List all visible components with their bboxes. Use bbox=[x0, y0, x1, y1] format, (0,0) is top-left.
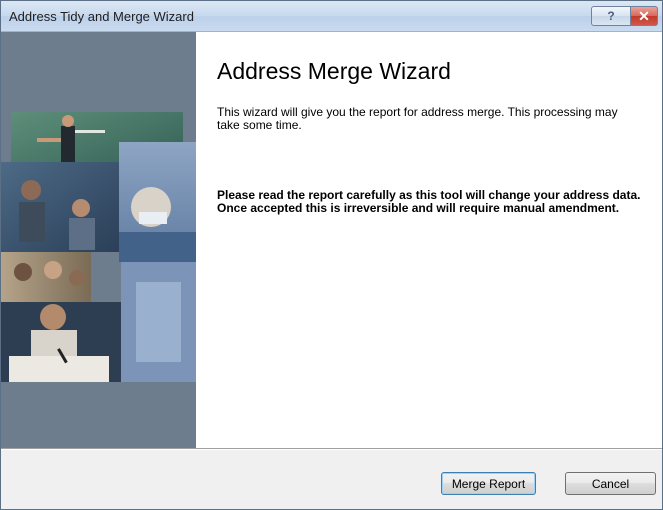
warning-text: Please read the report carefully as this… bbox=[217, 188, 641, 215]
close-button[interactable]: ✕ bbox=[631, 6, 658, 26]
title-bar[interactable]: Address Tidy and Merge Wizard ? ✕ bbox=[1, 1, 662, 32]
wizard-window: Address Tidy and Merge Wizard ? ✕ Addres… bbox=[0, 0, 663, 510]
close-icon: ✕ bbox=[638, 7, 650, 24]
intro-text: This wizard will give you the report for… bbox=[217, 105, 618, 132]
wizard-side-panel bbox=[1, 32, 196, 448]
window-title: Address Tidy and Merge Wizard bbox=[9, 9, 194, 24]
cancel-button[interactable]: Cancel bbox=[565, 472, 656, 495]
students-collage-image bbox=[1, 112, 196, 382]
wizard-footer: Merge Report Cancel bbox=[1, 450, 662, 509]
help-button[interactable]: ? bbox=[591, 6, 631, 26]
help-icon: ? bbox=[607, 9, 615, 23]
wizard-content: Address Merge Wizard This wizard will gi… bbox=[196, 32, 662, 448]
title-bar-buttons: ? ✕ bbox=[591, 6, 658, 26]
page-title: Address Merge Wizard bbox=[217, 58, 451, 84]
merge-report-button[interactable]: Merge Report bbox=[441, 472, 536, 495]
